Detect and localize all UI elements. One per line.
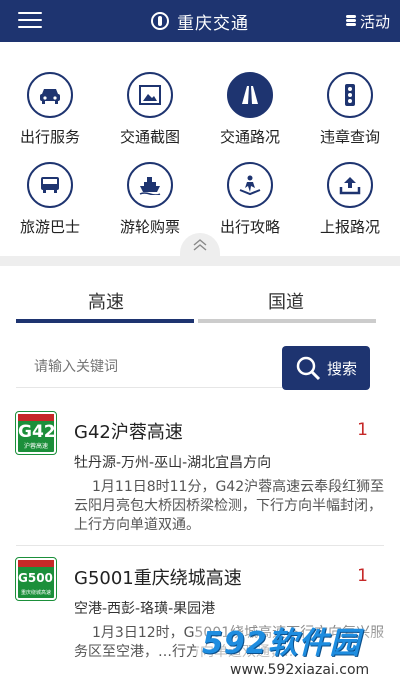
picture-icon [127, 72, 173, 118]
watermark-url: www.592xiazai.com [230, 662, 370, 678]
service-grid: 出行服务 交通截图 交通路况 违章查询 旅游巴士 游轮购票 出行攻略 上报路况 [0, 42, 400, 252]
upload-icon [327, 162, 373, 208]
activity-button[interactable]: 活动 [345, 0, 390, 42]
road-name: G5001重庆绕城高速 [74, 568, 242, 589]
service-label: 旅游巴士 [19, 218, 80, 236]
list-item[interactable]: G42 沪蓉高速 G42沪蓉高速 1 牡丹源-万州-巫山-湖北宜昌方向 1月11… [0, 400, 400, 548]
road-route: 空港-西彭-珞璜-果园港 [74, 601, 216, 617]
ship-icon [127, 162, 173, 208]
highway-sign-icon: G42 沪蓉高速 [15, 411, 57, 455]
search-icon [296, 356, 321, 381]
app-title: 重庆交通 [177, 13, 249, 34]
tab-indicator-active [16, 319, 194, 323]
car-icon [27, 72, 73, 118]
watermark-brand: 592软件园 [202, 626, 361, 661]
service-screenshot[interactable]: 交通截图 [100, 42, 200, 146]
service-cruise-ticket[interactable]: 游轮购票 [100, 132, 200, 236]
service-label: 游轮购票 [119, 218, 180, 236]
sign-subtitle: 重庆绕城高速 [20, 590, 51, 596]
search-bar: 搜索 [16, 346, 370, 390]
tab-national-road[interactable]: 国道 [196, 288, 376, 314]
search-button-label: 搜索 [326, 359, 357, 378]
road-route: 牡丹源-万州-巫山-湖北宜昌方向 [74, 455, 272, 471]
top-app-bar: 重庆交通 活动 [0, 0, 400, 42]
bus-icon [27, 162, 73, 208]
incident-count: 1 [357, 420, 368, 440]
sign-subtitle: 沪蓉高速 [23, 443, 48, 450]
activity-label: 活动 [359, 12, 390, 31]
watermark: 592软件园 www.592xiazai.com [196, 610, 400, 700]
section-divider [0, 256, 400, 266]
highway-sign-icon: G5001 重庆绕城高速 [15, 557, 62, 601]
service-report-road[interactable]: 上报路况 [300, 132, 400, 236]
search-button[interactable]: 搜索 [282, 346, 370, 390]
hamburger-line [18, 26, 42, 28]
incident-description: 1月11日8时11分，G42沪蓉高速云奉段红狮至云阳月亮包大桥因桥梁检测，下行方… [74, 479, 385, 533]
sign-code: G42 [18, 422, 56, 442]
road-icon [227, 72, 273, 118]
hamburger-line [18, 19, 42, 21]
tab-highway[interactable]: 高速 [16, 288, 196, 314]
chevron-up-icon [193, 239, 207, 251]
traffic-light-icon [327, 72, 373, 118]
incident-count: 1 [357, 566, 368, 586]
service-travel[interactable]: 出行服务 [0, 42, 100, 146]
search-input[interactable] [16, 346, 282, 388]
service-label: 上报路况 [319, 218, 380, 236]
service-violation[interactable]: 违章查询 [300, 42, 400, 146]
sign-code: G5001 [18, 571, 62, 585]
guide-book-icon [227, 162, 273, 208]
coins-icon [345, 15, 356, 27]
road-type-tabs: 高速 国道 [0, 266, 400, 326]
service-road-condition[interactable]: 交通路况 [200, 42, 300, 146]
title-group: 重庆交通 [0, 0, 400, 42]
service-travel-guide[interactable]: 出行攻略 [200, 132, 300, 236]
hamburger-line [18, 12, 42, 14]
road-name: G42沪蓉高速 [74, 422, 183, 443]
menu-button[interactable] [18, 12, 42, 30]
tab-indicator-inactive [198, 319, 376, 323]
logo-icon [151, 12, 169, 30]
service-tour-bus[interactable]: 旅游巴士 [0, 132, 100, 236]
service-label: 出行攻略 [219, 218, 280, 236]
